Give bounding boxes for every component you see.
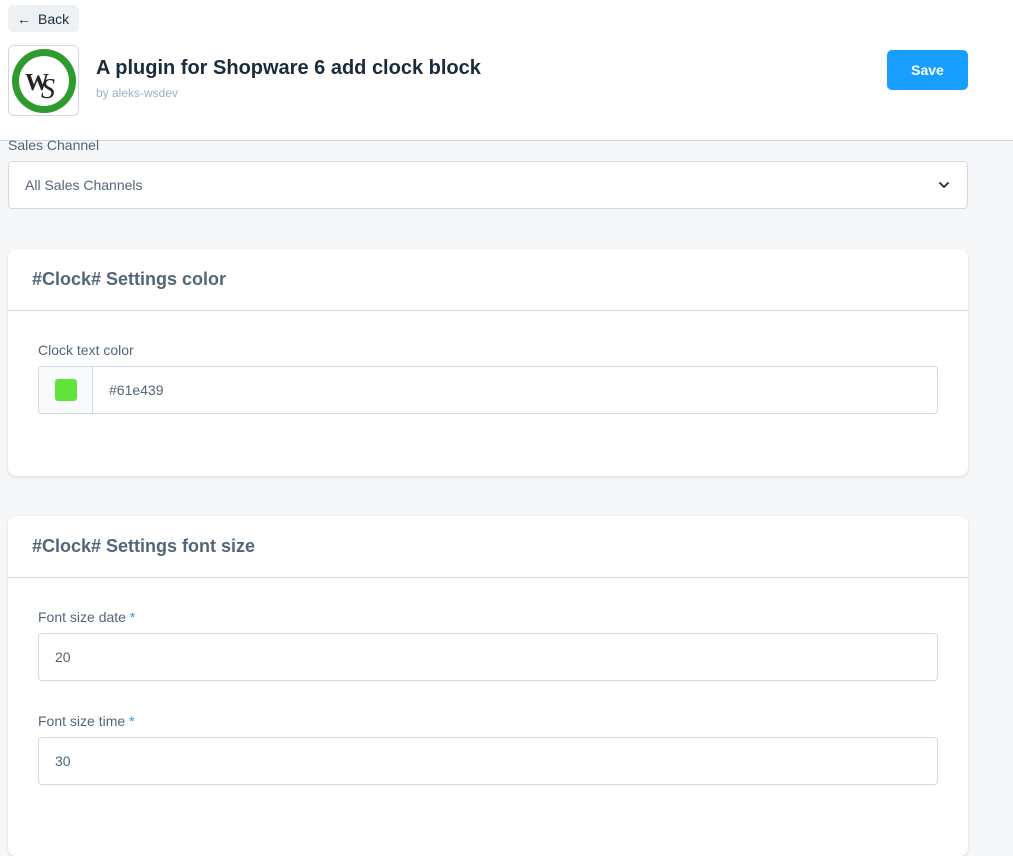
font-card-title: #Clock# Settings font size	[8, 516, 968, 578]
save-button[interactable]: Save	[887, 50, 968, 90]
sales-channel-value: All Sales Channels	[25, 177, 143, 193]
arrow-left-icon: ←	[17, 10, 31, 27]
font-size-date-label-text: Font size date	[38, 609, 126, 625]
chevron-down-icon	[939, 182, 949, 188]
clock-text-color-input[interactable]: #61e439	[38, 366, 938, 414]
color-swatch-button[interactable]	[39, 367, 93, 413]
color-settings-card: #Clock# Settings color Clock text color …	[8, 249, 968, 476]
back-label: Back	[38, 10, 70, 27]
font-size-date-value: 20	[55, 649, 71, 665]
page-title: A plugin for Shopware 6 add clock block	[96, 57, 481, 79]
font-size-date-input[interactable]: 20	[38, 633, 938, 681]
svg-text:S: S	[41, 74, 55, 105]
font-size-settings-card: #Clock# Settings font size Font size dat…	[8, 516, 968, 856]
required-mark: *	[129, 713, 135, 729]
plugin-author: by aleks-wsdev	[96, 86, 179, 100]
page-header: ← Back W S A plugin for Shopware 6 add c…	[0, 0, 1013, 141]
sales-channel-select[interactable]: All Sales Channels	[8, 161, 968, 209]
plugin-logo: W S	[8, 45, 79, 116]
sales-channel-label: Sales Channel	[8, 137, 100, 153]
clock-text-color-label: Clock text color	[38, 342, 134, 358]
font-size-time-label: Font size time *	[38, 713, 134, 729]
color-value: #61e439	[109, 382, 164, 398]
color-card-title: #Clock# Settings color	[8, 249, 968, 311]
required-mark: *	[129, 609, 136, 625]
color-swatch	[54, 379, 77, 401]
font-size-time-label-text: Font size time	[38, 713, 126, 729]
back-button[interactable]: ← Back	[8, 5, 79, 32]
plugin-logo-image: W S	[11, 48, 76, 113]
font-size-time-input[interactable]: 30	[38, 737, 938, 785]
font-size-time-value: 30	[55, 753, 71, 769]
font-size-date-label: Font size date *	[38, 609, 135, 625]
